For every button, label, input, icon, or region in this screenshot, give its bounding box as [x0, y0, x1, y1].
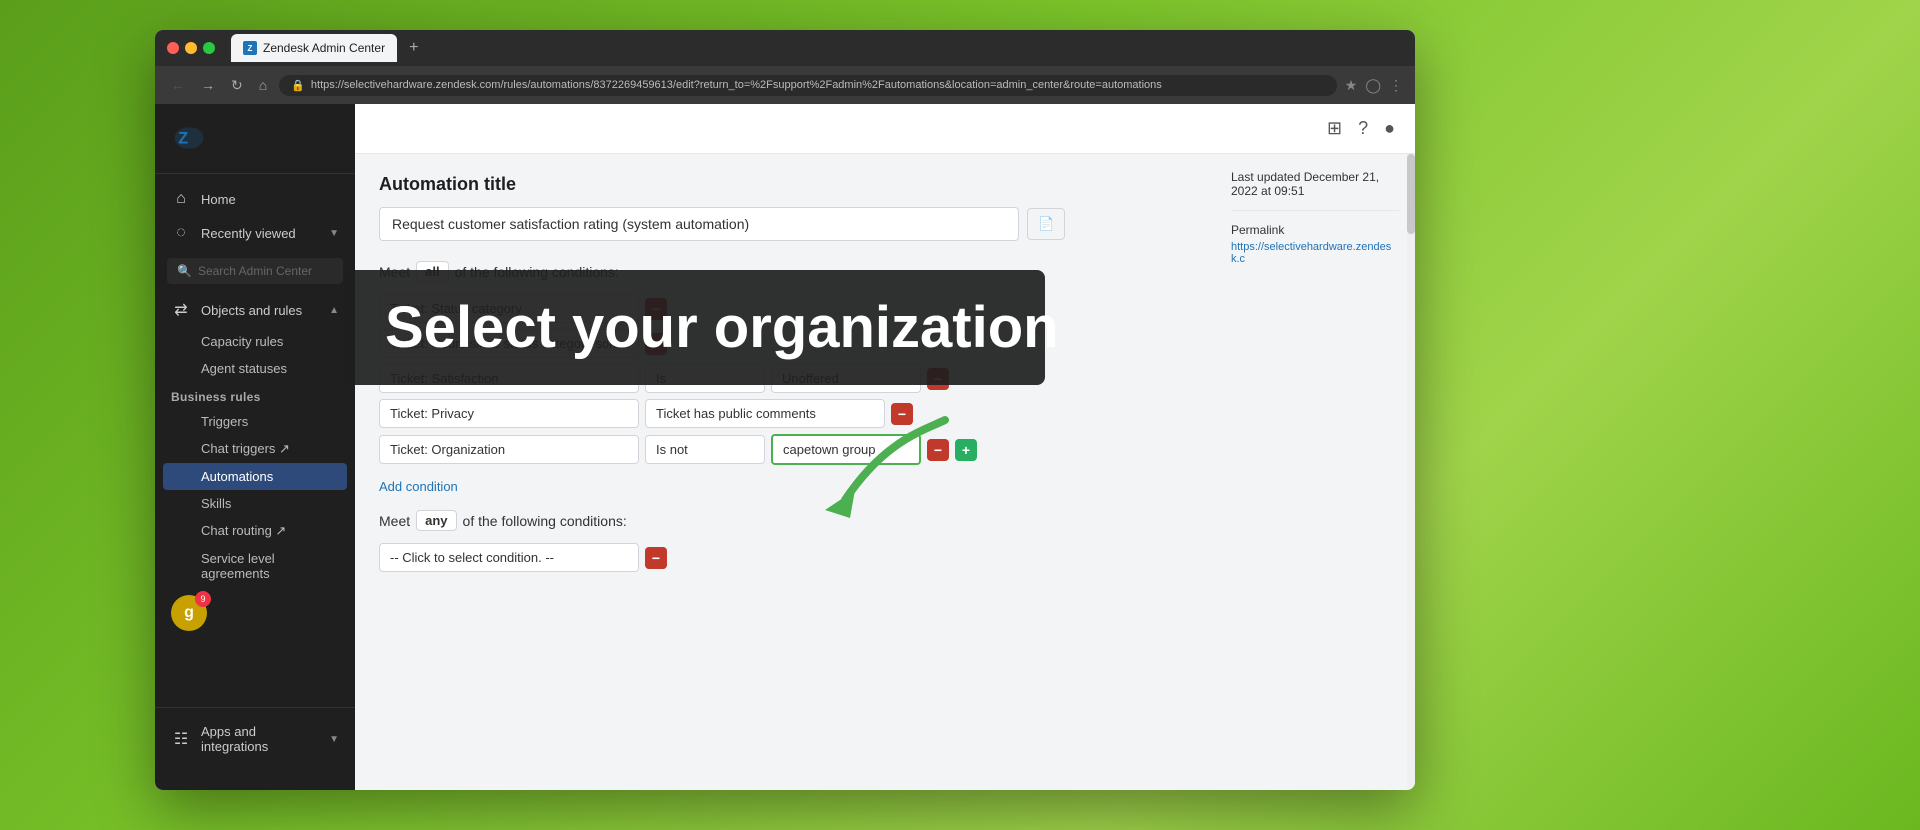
title-input-row: 📄: [379, 207, 1195, 241]
help-icon[interactable]: ?: [1358, 118, 1368, 139]
bookmark-icon[interactable]: ★: [1345, 77, 1358, 94]
main-layout: Z ⌂ Home ◌ Recently viewed ▼: [155, 104, 1415, 790]
condition-row-empty: -- Click to select condition. -- −: [379, 543, 1195, 572]
apps-integrations-section: ☷ Apps and integrations ▼: [155, 707, 355, 770]
tab-bar: Z Zendesk Admin Center +: [231, 34, 1403, 62]
recently-viewed-label: Recently viewed: [201, 226, 296, 241]
sidebar-item-apps[interactable]: ☷ Apps and integrations ▼: [155, 716, 355, 762]
objects-rules-label: Objects and rules: [201, 303, 302, 318]
business-rules-section: Business rules: [155, 382, 355, 408]
business-rules-label: Business rules: [171, 390, 261, 404]
sidebar-item-agent-statuses[interactable]: Agent statuses: [155, 355, 355, 382]
title-action-button[interactable]: 📄: [1027, 208, 1065, 240]
condition-op-5[interactable]: Is not: [645, 435, 765, 464]
integrations-label: integrations: [201, 739, 268, 754]
objects-icon: ⇄: [171, 300, 191, 320]
svg-text:Z: Z: [178, 129, 188, 147]
forward-button[interactable]: →: [197, 75, 219, 95]
chevron-down-icon: ▼: [329, 228, 339, 239]
url-bar[interactable]: 🔒 https://selectivehardware.zendesk.com/…: [279, 75, 1337, 96]
meet-any-qualifier-badge: any: [416, 510, 456, 531]
triggers-label: Triggers: [201, 414, 248, 429]
address-icons: ★ ◯ ⋮: [1345, 77, 1403, 94]
user-avatar[interactable]: g 9: [171, 595, 207, 631]
condition-row-5: Ticket: Organization Is not capetown gro…: [379, 434, 1195, 465]
apps-chevron-down-icon: ▼: [329, 734, 339, 745]
notification-badge: 9: [195, 591, 211, 607]
sidebar: Z ⌂ Home ◌ Recently viewed ▼: [155, 104, 355, 790]
home-icon: ⌂: [171, 190, 191, 208]
condition-row-4: Ticket: Privacy Ticket has public commen…: [379, 399, 1195, 428]
search-icon: 🔍: [177, 264, 192, 278]
permalink-url[interactable]: https://selectivehardware.zendesk.c: [1231, 241, 1399, 265]
condition-field-4[interactable]: Ticket: Privacy: [379, 399, 639, 428]
close-button[interactable]: [167, 42, 179, 54]
sidebar-item-objects-rules[interactable]: ⇄ Objects and rules ▲: [155, 292, 355, 328]
meet-any-label: Meet: [379, 513, 410, 529]
grid-icon[interactable]: ⊞: [1327, 118, 1342, 139]
address-bar: ← → ↻ ⌂ 🔒 https://selectivehardware.zend…: [155, 66, 1415, 104]
home-button[interactable]: ⌂: [255, 75, 271, 95]
new-tab-button[interactable]: +: [401, 35, 426, 61]
sidebar-nav: ⌂ Home ◌ Recently viewed ▼ 🔍 Search Admi…: [155, 174, 355, 707]
tab-favicon: Z: [243, 41, 257, 55]
apps-icon: ☷: [171, 729, 191, 749]
capacity-rules-label: Capacity rules: [201, 334, 283, 349]
sidebar-logo: Z: [155, 104, 355, 174]
condition-field-5[interactable]: Ticket: Organization: [379, 435, 639, 464]
clock-icon: ◌: [171, 224, 191, 242]
sidebar-item-chat-routing[interactable]: Chat routing ↗: [155, 517, 355, 545]
chat-triggers-label: Chat triggers ↗: [201, 441, 290, 456]
overlay-banner: Select your organization: [345, 270, 1045, 385]
sidebar-item-chat-triggers[interactable]: Chat triggers ↗: [155, 435, 355, 463]
sidebar-item-capacity-rules[interactable]: Capacity rules: [155, 328, 355, 355]
maximize-button[interactable]: [203, 42, 215, 54]
secure-icon: 🔒: [291, 79, 305, 92]
zendesk-logo: Z: [171, 120, 207, 156]
user-profile-icon[interactable]: ●: [1384, 118, 1395, 139]
automations-label: Automations: [201, 469, 273, 484]
chat-routing-label: Chat routing ↗: [201, 523, 286, 538]
search-box[interactable]: 🔍 Search Admin Center: [167, 258, 343, 284]
overlay-text: Select your organization: [385, 294, 1005, 361]
sidebar-item-skills[interactable]: Skills: [155, 490, 355, 517]
automation-title-input[interactable]: [379, 207, 1019, 241]
service-level-label: Service level agreements: [201, 551, 275, 581]
minimize-button[interactable]: [185, 42, 197, 54]
browser-window: Z Zendesk Admin Center + ← → ↻ ⌂ 🔒 https…: [155, 30, 1415, 790]
remove-empty-condition[interactable]: −: [645, 547, 667, 569]
empty-condition-select[interactable]: -- Click to select condition. --: [379, 543, 639, 572]
reload-button[interactable]: ↻: [227, 75, 247, 96]
sidebar-item-service-level[interactable]: Service level agreements: [155, 545, 355, 587]
url-text: https://selectivehardware.zendesk.com/ru…: [311, 79, 1162, 91]
scroll-thumb[interactable]: [1407, 154, 1415, 234]
automation-title-heading: Automation title: [379, 174, 1195, 195]
search-placeholder: Search Admin Center: [198, 264, 312, 278]
sidebar-item-triggers[interactable]: Triggers: [155, 408, 355, 435]
content-topbar: ⊞ ? ●: [355, 104, 1415, 154]
skills-label: Skills: [201, 496, 231, 511]
active-tab[interactable]: Z Zendesk Admin Center: [231, 34, 397, 62]
sidebar-item-recently-viewed[interactable]: ◌ Recently viewed ▼: [155, 216, 355, 250]
sidebar-item-home[interactable]: ⌂ Home: [155, 182, 355, 216]
back-button[interactable]: ←: [167, 75, 189, 95]
green-arrow-annotation: [805, 410, 965, 535]
chevron-up-icon: ▲: [329, 305, 339, 316]
home-label: Home: [201, 192, 236, 207]
meta-panel: Last updated December 21, 2022 at 09:51 …: [1215, 154, 1415, 281]
agent-statuses-label: Agent statuses: [201, 361, 287, 376]
apps-label: Apps and: [201, 724, 268, 739]
last-updated-label: Last updated December 21, 2022 at 09:51: [1231, 170, 1399, 198]
tab-title: Zendesk Admin Center: [263, 41, 385, 55]
traffic-lights: [167, 42, 215, 54]
meet-any-suffix: of the following conditions:: [463, 513, 627, 529]
extensions-icon[interactable]: ◯: [1365, 77, 1381, 94]
menu-icon[interactable]: ⋮: [1389, 77, 1403, 94]
sidebar-item-automations[interactable]: Automations: [163, 463, 347, 490]
scroll-indicator: [1407, 154, 1415, 790]
permalink-label: Permalink: [1231, 223, 1399, 237]
title-bar: Z Zendesk Admin Center +: [155, 30, 1415, 66]
add-condition-link[interactable]: Add condition: [379, 479, 458, 494]
meet-any-row: Meet any of the following conditions:: [379, 510, 1195, 531]
